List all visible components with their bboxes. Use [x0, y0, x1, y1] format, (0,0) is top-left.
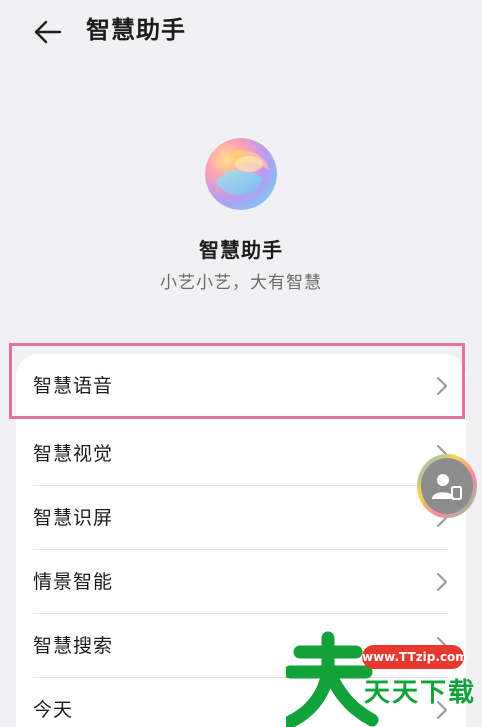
menu-item-label: 智慧识屏	[33, 507, 114, 529]
watermark-url: www.TTzip.com	[362, 645, 468, 669]
xiaoyi-logo-icon	[205, 138, 277, 210]
menu-item-label: 情景智能	[33, 571, 114, 593]
menu-item-label: 智慧搜索	[33, 635, 114, 657]
chevron-right-icon	[437, 377, 447, 395]
menu-item-label: 智慧语音	[33, 375, 114, 397]
app-name: 智慧助手	[199, 238, 283, 262]
menu-item-smart-vision[interactable]: 智慧视觉	[16, 422, 466, 486]
chevron-right-icon	[437, 573, 447, 591]
app-slogan: 小艺小艺，大有智慧	[160, 273, 322, 293]
menu-item-smart-voice[interactable]: 智慧语音	[16, 354, 466, 418]
settings-page: 智慧助手 智慧助手 小艺小艺，大有智慧 智慧语音 智慧视觉 智慧识屏 情景智能 …	[0, 0, 482, 727]
feature-list: 智慧语音 智慧视觉 智慧识屏 情景智能 智慧搜索 今天	[16, 354, 466, 727]
menu-item-label: 今天	[33, 699, 74, 721]
title-bar: 智慧助手	[0, 0, 482, 62]
menu-item-smart-screen[interactable]: 智慧识屏	[16, 486, 466, 550]
menu-item-scene-intelligence[interactable]: 情景智能	[16, 550, 466, 614]
watermark-text: 天天下载	[364, 678, 477, 708]
page-title: 智慧助手	[86, 16, 186, 44]
menu-item-label: 智慧视觉	[33, 443, 114, 465]
assistant-avatar-icon[interactable]	[416, 453, 478, 519]
back-button[interactable]	[28, 12, 68, 52]
arrow-left-icon	[34, 20, 62, 44]
